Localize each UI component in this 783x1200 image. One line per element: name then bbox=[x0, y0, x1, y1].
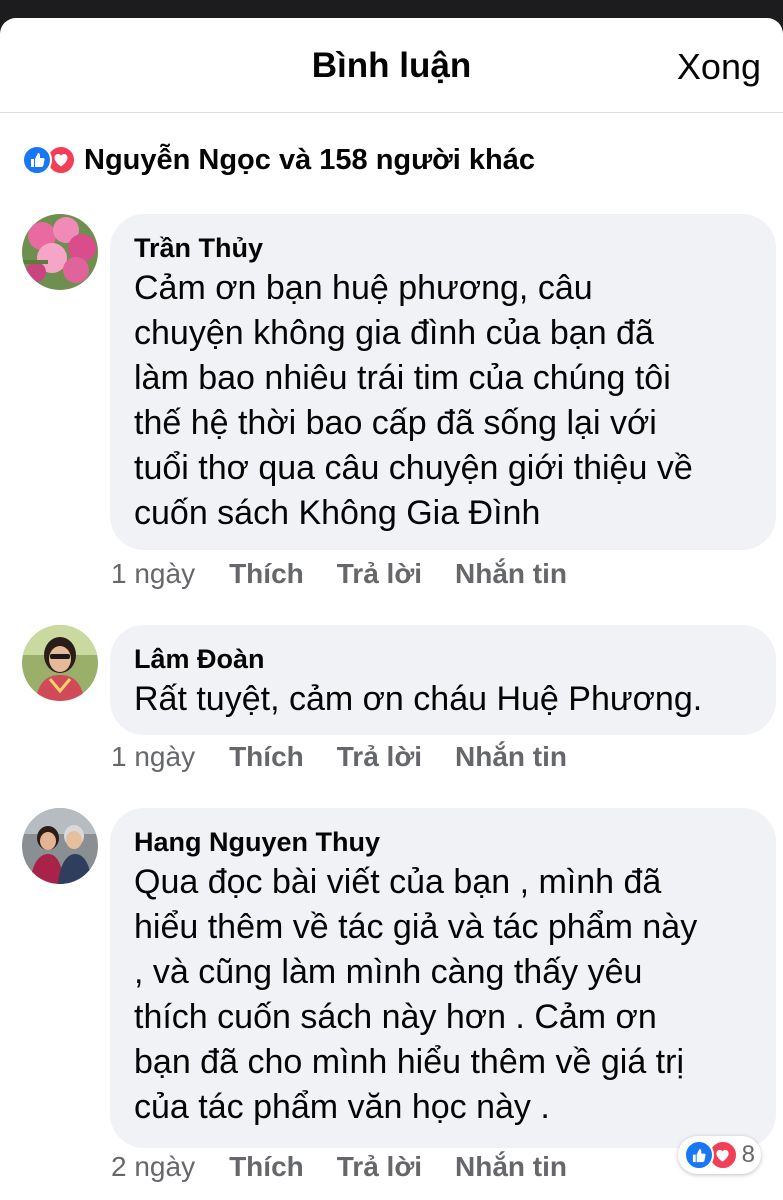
like-button[interactable]: Thích bbox=[229, 741, 304, 773]
like-button[interactable]: Thích bbox=[229, 1151, 304, 1183]
avatar[interactable] bbox=[22, 625, 98, 701]
like-icon bbox=[683, 1140, 714, 1170]
comment-reactions[interactable]: 8 bbox=[677, 1136, 761, 1174]
like-icon bbox=[22, 145, 52, 175]
message-button[interactable]: Nhắn tin bbox=[455, 741, 567, 773]
reactions-summary-text: Nguyễn Ngọc và 158 người khác bbox=[84, 143, 535, 176]
comment-author[interactable]: Trần Thủy bbox=[134, 230, 752, 266]
reaction-count: 8 bbox=[741, 1141, 755, 1168]
done-button[interactable]: Xong bbox=[677, 46, 761, 88]
reply-button[interactable]: Trả lời bbox=[337, 558, 422, 590]
reply-button[interactable]: Trả lời bbox=[337, 1151, 422, 1183]
comment-time: 1 ngày bbox=[111, 741, 196, 772]
comments-sheet: Bình luận Xong Nguyễn Ngọc và 158 người … bbox=[0, 18, 783, 1200]
comment-bubble: Lâm Đoàn Rất tuyệt, cảm ơn cháu Huệ Phươ… bbox=[110, 625, 776, 735]
comment-actions: 1 ngày Thích Trả lời Nhắn tin bbox=[111, 558, 600, 590]
comment-item: Hang Nguyen Thuy Qua đọc bài viết của bạ… bbox=[22, 808, 776, 1148]
comment-actions: 1 ngày Thích Trả lời Nhắn tin bbox=[111, 741, 600, 773]
comment-item: Lâm Đoàn Rất tuyệt, cảm ơn cháu Huệ Phươ… bbox=[22, 625, 776, 735]
sheet-header: Bình luận Xong bbox=[0, 18, 783, 113]
reaction-icons bbox=[22, 145, 76, 175]
message-button[interactable]: Nhắn tin bbox=[455, 1151, 567, 1183]
comment-text: Rất tuyệt, cảm ơn cháu Huệ Phương. bbox=[134, 680, 703, 718]
comment-actions: 2 ngày Thích Trả lời Nhắn tin bbox=[111, 1151, 600, 1183]
comment-time: 2 ngày bbox=[111, 1151, 196, 1182]
comment-bubble: Hang Nguyen Thuy Qua đọc bài viết của bạ… bbox=[110, 808, 776, 1148]
comment-time: 1 ngày bbox=[111, 558, 196, 589]
comment-text: Cảm ơn bạn huệ phương, câu chuyện không … bbox=[134, 269, 693, 532]
like-button[interactable]: Thích bbox=[229, 558, 304, 590]
comment-bubble: Trần Thủy Cảm ơn bạn huệ phương, câu chu… bbox=[110, 214, 776, 550]
comment-item: Trần Thủy Cảm ơn bạn huệ phương, câu chu… bbox=[22, 214, 776, 594]
reactions-summary[interactable]: Nguyễn Ngọc và 158 người khác bbox=[22, 140, 535, 180]
comment-author[interactable]: Hang Nguyen Thuy bbox=[134, 824, 752, 860]
comment-text: Qua đọc bài viết của bạn , mình đã hiểu … bbox=[134, 863, 698, 1126]
comment-author[interactable]: Lâm Đoàn bbox=[134, 641, 752, 677]
avatar[interactable] bbox=[22, 808, 98, 884]
page-title: Bình luận bbox=[311, 46, 472, 85]
avatar[interactable] bbox=[22, 214, 98, 290]
message-button[interactable]: Nhắn tin bbox=[455, 558, 567, 590]
reply-button[interactable]: Trả lời bbox=[337, 741, 422, 773]
